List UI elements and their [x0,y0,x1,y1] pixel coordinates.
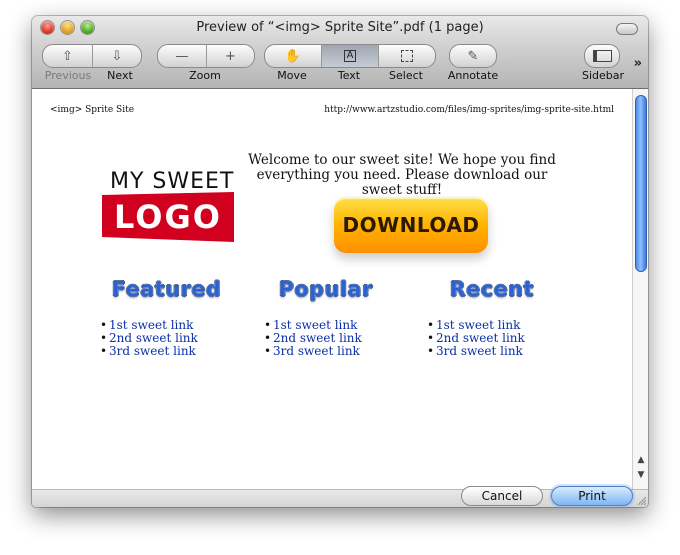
zoom-in-button[interactable]: + [207,45,254,67]
zoom-segmented-control: — + [157,44,255,68]
annotate-button[interactable]: ✎ [449,44,497,68]
sidebar-icon [592,50,612,62]
featured-links: 1st sweet link 2nd sweet link 3rd sweet … [100,318,198,359]
previous-label: Previous [44,69,92,82]
recent-link-3[interactable]: 3rd sweet link [436,344,523,358]
preview-window: Preview of “<img> Sprite Site”.pdf (1 pa… [32,16,648,507]
zoom-label: Zoom [189,69,221,82]
popular-link-2[interactable]: 2nd sweet link [273,331,362,345]
annotate-icon-cell: ✎ [450,45,496,67]
featured-link-3[interactable]: 3rd sweet link [109,344,196,358]
tool-segmented-control: ✋ A [264,44,436,68]
logo-line-2: LOGO [114,198,222,236]
pencil-icon: ✎ [467,48,479,64]
pdf-header-url: http://www.artzstudio.com/files/img-spri… [324,105,614,115]
select-label: Select [389,69,423,82]
popular-links: 1st sweet link 2nd sweet link 3rd sweet … [264,318,362,359]
move-label: Move [277,69,307,82]
popular-link-3[interactable]: 3rd sweet link [273,344,360,358]
plus-icon: + [225,48,236,64]
logo-box: LOGO [102,192,234,242]
recent-link-1[interactable]: 1st sweet link [436,318,520,332]
arrow-down-icon: ⇩ [111,48,123,64]
double-chevron-icon[interactable]: » [634,56,642,71]
vertical-scrollbar[interactable]: ▲ ▼ [632,89,648,489]
popular-heading: Popular [279,277,374,301]
select-tool-button[interactable] [379,45,435,67]
titlebar: Preview of “<img> Sprite Site”.pdf (1 pa… [32,16,648,89]
scroll-down-arrow[interactable]: ▼ [635,470,647,484]
recent-links: 1st sweet link 2nd sweet link 3rd sweet … [427,318,525,359]
window-title: Preview of “<img> Sprite Site”.pdf (1 pa… [196,20,484,35]
arrow-up-icon: ⇧ [62,48,73,64]
text-tool-button[interactable]: A [322,45,378,67]
scroll-thumb[interactable] [635,95,647,272]
hand-icon: ✋ [284,48,302,64]
scroll-up-arrow[interactable]: ▲ [635,455,647,469]
recent-link-2[interactable]: 2nd sweet link [436,331,525,345]
text-label: Text [337,69,361,82]
list-item: 3rd sweet link [100,344,198,359]
sidebar-label: Sidebar [581,69,625,82]
next-page-button[interactable]: ⇩ [93,45,141,67]
toolbar-toggle-button[interactable] [616,23,638,35]
welcome-text: Welcome to our sweet site! We hope you f… [248,152,556,198]
next-label: Next [107,69,133,82]
previous-page-button[interactable]: ⇧ [43,45,92,67]
list-item: 3rd sweet link [264,344,362,359]
download-button[interactable]: DOWNLOAD [334,197,488,253]
text-tool-icon: A [343,50,357,62]
resize-grip-icon[interactable] [636,495,646,505]
minus-icon: — [175,48,189,64]
sidebar-button[interactable] [584,44,620,68]
cancel-button[interactable]: Cancel [461,486,543,506]
annotate-label: Annotate [447,69,499,82]
print-button[interactable]: Print [551,486,633,506]
pdf-page: <img> Sprite Site http://www.artzstudio.… [32,89,632,489]
recent-heading: Recent [450,277,535,301]
featured-heading: Featured [112,277,222,301]
list-item: 3rd sweet link [427,344,525,359]
featured-link-2[interactable]: 2nd sweet link [109,331,198,345]
featured-link-1[interactable]: 1st sweet link [109,318,193,332]
download-label: DOWNLOAD [342,213,480,237]
zoom-out-button[interactable]: — [158,45,206,67]
move-tool-button[interactable]: ✋ [265,45,321,67]
selection-icon [401,50,413,62]
popular-link-1[interactable]: 1st sweet link [273,318,357,332]
page-nav-segmented-control: ⇧ ⇩ [42,44,142,68]
sidebar-icon-cell [585,45,619,67]
pdf-header-title: <img> Sprite Site [50,105,135,115]
logo-line-1: MY SWEET [110,169,235,194]
